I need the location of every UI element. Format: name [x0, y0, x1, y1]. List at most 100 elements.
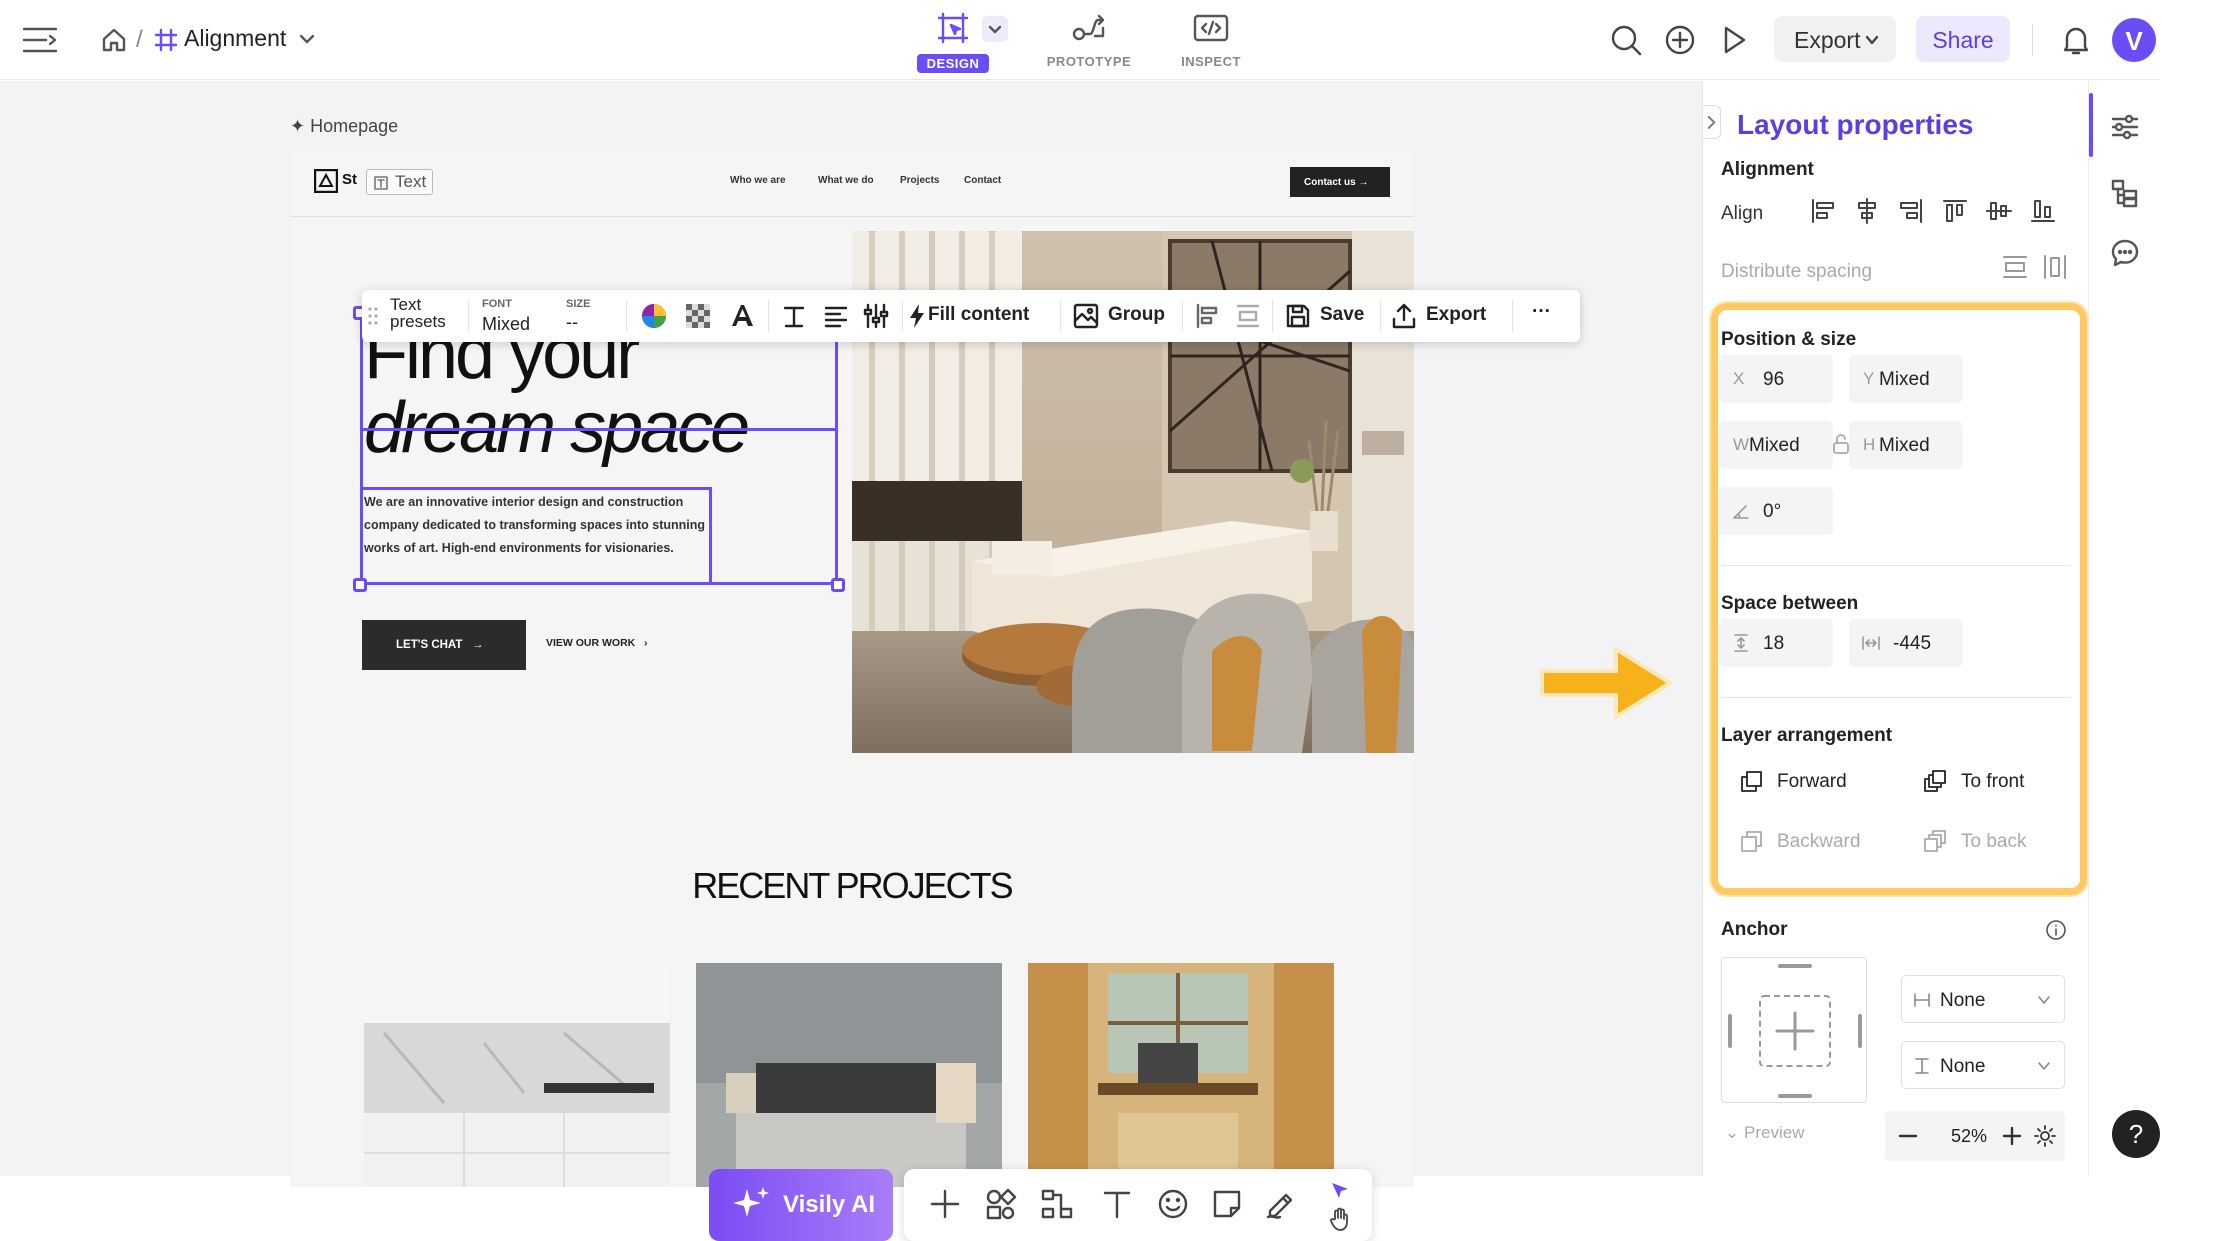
anchor-vertical-select[interactable]: None — [1901, 1041, 2065, 1089]
resize-handle[interactable] — [831, 578, 845, 592]
lock-icon[interactable] — [1831, 433, 1851, 455]
align-top-icon[interactable] — [1941, 197, 1969, 225]
distribute-vertical-icon[interactable] — [2001, 253, 2029, 281]
text-style-icon[interactable] — [780, 302, 808, 330]
play-icon[interactable] — [1716, 22, 1752, 58]
emoji-icon[interactable] — [1156, 1187, 1190, 1221]
opacity-icon[interactable] — [684, 302, 712, 330]
properties-icon[interactable] — [2109, 111, 2141, 143]
nav-link[interactable]: Who we are — [730, 175, 786, 186]
font-select[interactable]: Mixed — [482, 314, 530, 335]
y-field[interactable]: Y Mixed — [1849, 355, 1963, 403]
zoom-value[interactable]: 52% — [1951, 1126, 1987, 1147]
vertical-spacing-field[interactable]: 18 — [1719, 619, 1833, 667]
help-icon[interactable]: ? — [2112, 1110, 2160, 1158]
more-button[interactable]: ··· — [1532, 301, 1551, 323]
site-brand-start: St — [342, 171, 357, 188]
send-backward-button[interactable]: Backward — [1741, 831, 1860, 853]
color-wheel-icon[interactable] — [640, 302, 668, 330]
search-icon[interactable] — [1608, 22, 1644, 58]
anchor-horizontal-select[interactable]: None — [1901, 975, 2065, 1023]
align-left-icon[interactable] — [1809, 197, 1837, 225]
sliders-icon[interactable] — [862, 302, 890, 330]
nav-link[interactable]: What we do — [818, 175, 874, 186]
save-button[interactable]: Save — [1320, 304, 1364, 326]
project-image[interactable] — [364, 963, 670, 1187]
comment-icon[interactable] — [2109, 237, 2141, 269]
hand-icon[interactable] — [1328, 1207, 1352, 1231]
rotation-field[interactable]: 0° — [1719, 487, 1833, 535]
rotation-value: 0° — [1763, 501, 1782, 522]
export-button[interactable]: Export — [1774, 16, 1896, 62]
project-image[interactable] — [1028, 963, 1334, 1187]
contact-button[interactable]: Contact us → — [1290, 167, 1390, 197]
anchor-vertical-value: None — [1940, 1056, 1986, 1077]
tab-prototype-label: PROTOTYPE — [1046, 54, 1132, 69]
visily-ai-button[interactable]: Visily AI — [709, 1169, 893, 1241]
divider — [2032, 24, 2033, 56]
tab-prototype[interactable]: PROTOTYPE — [1044, 8, 1134, 74]
recent-projects-title[interactable]: RECENT PROJECTS — [290, 865, 1414, 907]
align-right-icon[interactable] — [1897, 197, 1925, 225]
send-to-back-button[interactable]: To back — [1924, 830, 2026, 853]
height-field[interactable]: H Mixed — [1849, 421, 1963, 469]
bring-forward-button[interactable]: Forward — [1741, 771, 1847, 793]
save-icon — [1284, 302, 1312, 330]
size-select[interactable]: -- — [566, 312, 578, 333]
add-icon[interactable] — [928, 1187, 962, 1221]
divider — [626, 300, 627, 332]
preview-toggle[interactable]: ⌄ Preview — [1725, 1123, 1804, 1143]
align-left-icon[interactable] — [1194, 302, 1222, 330]
drag-handle-icon[interactable] — [368, 306, 378, 326]
anchor-widget[interactable] — [1721, 957, 1867, 1103]
x-field[interactable]: X 96 — [1719, 355, 1833, 403]
bring-to-front-button[interactable]: To front — [1924, 770, 2024, 793]
text-tool-icon[interactable] — [1100, 1187, 1134, 1221]
text-format-toolbar: Text presets FONT Mixed SIZE -- Fill cont… — [362, 290, 1580, 342]
pointer-icon[interactable] — [1328, 1179, 1352, 1203]
horizontal-spacing-field[interactable]: -445 — [1849, 619, 1963, 667]
width-field[interactable]: W Mixed — [1719, 421, 1833, 469]
breadcrumb-title[interactable]: Alignment — [184, 25, 286, 52]
sticky-note-icon[interactable] — [1210, 1187, 1244, 1221]
design-canvas[interactable]: ✦ Homepage Stal Text Who we are What we … — [0, 81, 1716, 1241]
resize-handle[interactable] — [353, 578, 367, 592]
tab-inspect[interactable]: INSPECT — [1166, 8, 1256, 74]
lets-chat-button[interactable]: LET'S CHAT → — [362, 620, 526, 670]
layers-icon[interactable] — [2109, 177, 2141, 209]
nav-link[interactable]: Projects — [900, 175, 939, 186]
gear-icon[interactable] — [2033, 1124, 2057, 1148]
add-circle-icon[interactable] — [1662, 22, 1698, 58]
text-align-icon[interactable] — [822, 302, 850, 330]
home-icon[interactable] — [100, 26, 128, 54]
align-middle-icon[interactable] — [1985, 197, 2013, 225]
chevron-down-icon[interactable] — [982, 16, 1008, 42]
avatar[interactable]: V — [2112, 18, 2156, 62]
info-icon[interactable] — [2045, 919, 2067, 941]
text-color-icon[interactable] — [728, 302, 756, 330]
bring-forward-icon — [1741, 771, 1762, 792]
chevron-down-icon[interactable] — [298, 30, 316, 48]
group-button[interactable]: Group — [1108, 304, 1165, 326]
fill-content-button[interactable]: Fill content — [928, 304, 1029, 326]
zoom-out-icon[interactable] — [1895, 1123, 1921, 1149]
align-bottom-icon[interactable] — [2029, 197, 2057, 225]
page-label[interactable]: ✦ Homepage — [290, 116, 398, 137]
view-work-link[interactable]: VIEW OUR WORK › — [546, 637, 648, 649]
pen-icon[interactable] — [1264, 1187, 1298, 1221]
project-image[interactable] — [696, 963, 1002, 1187]
export-button[interactable]: Export — [1426, 304, 1486, 326]
logo-icon — [314, 169, 338, 193]
align-center-horizontal-icon[interactable] — [1853, 197, 1881, 225]
menu-icon[interactable] — [20, 20, 60, 60]
zoom-in-icon[interactable] — [1999, 1123, 2025, 1149]
chevron-right-icon[interactable] — [1703, 105, 1721, 139]
flow-icon[interactable] — [1040, 1187, 1074, 1221]
components-icon[interactable] — [984, 1187, 1018, 1221]
distribute-icon[interactable] — [1234, 302, 1262, 330]
nav-link[interactable]: Contact — [964, 175, 1001, 186]
bell-icon[interactable] — [2058, 22, 2094, 58]
text-presets-button[interactable]: Text presets — [390, 296, 446, 330]
share-button[interactable]: Share — [1916, 16, 2010, 62]
distribute-horizontal-icon[interactable] — [2041, 253, 2069, 281]
